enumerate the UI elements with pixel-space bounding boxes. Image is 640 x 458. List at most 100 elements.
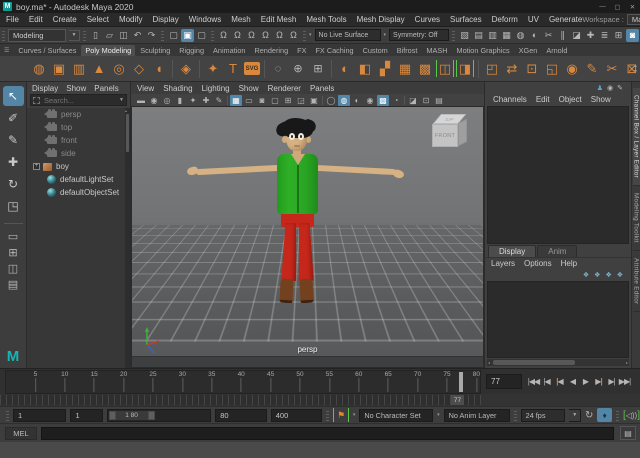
group-grip[interactable]	[303, 29, 306, 41]
group-grip[interactable]	[161, 29, 164, 41]
viewport-toggle-icon[interactable]: ▮	[174, 95, 186, 106]
shelf-tab[interactable]: Sculpting	[136, 45, 174, 56]
viewport-toggle-icon[interactable]	[226, 95, 229, 106]
viewport-toggle-icon[interactable]: ◔	[390, 95, 402, 106]
live-surface-field[interactable]: No Live Surface	[315, 29, 381, 41]
viewport-toggle-icon[interactable]: ✎	[213, 95, 225, 106]
viewport-menu-item[interactable]: Show	[239, 84, 259, 93]
viewport-toggle-icon[interactable]	[321, 95, 324, 106]
outliner-item[interactable]: defaultObjectSet	[27, 186, 130, 199]
range-end-handle[interactable]	[148, 411, 155, 420]
viewport-menu-item[interactable]: View	[137, 84, 154, 93]
shelf-tool-icon[interactable]: ▩	[416, 60, 434, 78]
live-surface-arrow-icon[interactable]: ▾	[309, 32, 312, 38]
viewport-toggle-icon[interactable]: ⊡	[420, 95, 432, 106]
group-grip[interactable]	[2, 29, 5, 41]
viewport-toggle-icon[interactable]: ✚	[200, 95, 212, 106]
sidebar-toggle-icon[interactable]: ▤	[472, 29, 485, 42]
shelf-tool-icon[interactable]	[199, 60, 200, 78]
outliner-menu-item[interactable]: Display	[32, 84, 58, 93]
outliner-menu-item[interactable]: Show	[66, 84, 86, 93]
window-control-button[interactable]: ✕	[625, 0, 640, 13]
sidebar-vertical-tab[interactable]: Modeling Toolkit	[633, 186, 640, 251]
shelf-tab[interactable]: Arnold	[542, 45, 571, 56]
anim-layer-selector[interactable]: No Anim Layer	[444, 409, 510, 422]
sidebar-toggle-icon[interactable]: ≣	[598, 29, 611, 42]
outliner-scrollbar[interactable]	[125, 108, 130, 368]
layout-shortcut[interactable]: ⊞	[4, 245, 23, 259]
command-language-label[interactable]: MEL	[5, 427, 37, 440]
sidebar-toggle-icon[interactable]: ✂	[542, 29, 555, 42]
status-file-icon[interactable]: ◫	[117, 29, 130, 42]
sidebar-toggle-icon[interactable]: ▦	[500, 29, 513, 42]
menu-item[interactable]: UV	[528, 15, 539, 24]
shelf-tab[interactable]: Animation	[209, 45, 249, 56]
group-grip[interactable]	[452, 29, 455, 41]
menu-item[interactable]: Generate	[549, 15, 582, 24]
view-cube-side-face[interactable]	[458, 119, 467, 147]
script-editor-icon[interactable]: ▤	[620, 426, 636, 440]
shelf-tool-icon[interactable]: ◫	[436, 60, 454, 77]
set-key-icon[interactable]: ⚑	[333, 408, 349, 422]
toolbox-tool[interactable]: ✎	[3, 130, 24, 150]
menu-item[interactable]: Mesh	[231, 15, 251, 24]
filter-icon[interactable]	[33, 97, 40, 104]
shelf-tool-icon[interactable]: ◱	[543, 60, 561, 78]
playback-end-field[interactable]: 80	[215, 409, 267, 422]
playback-start-field[interactable]: 1	[70, 409, 102, 422]
shelf-tab[interactable]: Curves / Surfaces	[14, 45, 80, 56]
menu-set-dropdown-arrow-icon[interactable]	[69, 30, 80, 41]
sidebar-vertical-tab[interactable]: Channel Box / Layer Editor	[633, 88, 640, 186]
shelf-tool-icon[interactable]: ▣	[50, 60, 68, 78]
status-file-icon[interactable]: ↷	[145, 29, 158, 42]
sidebar-toggle-icon[interactable]: ✚	[584, 29, 597, 42]
layer-menu-item[interactable]: Layers	[491, 259, 515, 268]
mute-sound-toggle[interactable]: [◁))]	[623, 410, 640, 421]
range-bar-track[interactable]: 77	[0, 395, 481, 405]
layer-list-area[interactable]	[487, 281, 629, 358]
viewport-toggle-icon[interactable]: ◲	[295, 95, 307, 106]
toolbox-tool[interactable]: ✐	[3, 108, 24, 128]
playback-button[interactable]: |◀	[553, 374, 566, 389]
expand-toggle-icon[interactable]	[33, 163, 40, 170]
shelf-tool-icon[interactable]: ◰	[483, 60, 501, 78]
viewport-toggle-icon[interactable]	[403, 95, 406, 106]
outliner-item[interactable]: front	[27, 134, 130, 147]
outliner-menu-item[interactable]: Panels	[94, 84, 118, 93]
menu-item[interactable]: Edit Mesh	[261, 15, 297, 24]
playback-button[interactable]: ▶▶|	[618, 374, 631, 389]
menu-item[interactable]: Mesh Display	[357, 15, 405, 24]
shelf-tool-icon[interactable]	[264, 60, 265, 78]
shelf-tab[interactable]: FX	[293, 45, 310, 56]
menu-item[interactable]: Surfaces	[450, 15, 482, 24]
time-slider-track[interactable]: 5101520253035404550556065707580	[5, 370, 481, 394]
shelf-tab[interactable]: Bifrost	[393, 45, 422, 56]
menu-item[interactable]: Create	[53, 15, 77, 24]
snap-icon[interactable]: Ω	[287, 29, 300, 42]
snap-icon[interactable]: Ω	[259, 29, 272, 42]
group-grip[interactable]	[6, 409, 9, 421]
sidebar-toggle-icon[interactable]: ◐	[528, 29, 541, 42]
playback-loop-icon[interactable]: ↻	[585, 410, 593, 421]
snap-icon[interactable]: Ω	[245, 29, 258, 42]
shelf-tool-icon[interactable]: ▦	[396, 60, 414, 78]
toolbox-tool[interactable]: ✚	[3, 152, 24, 172]
snap-icon[interactable]: Ω	[273, 29, 286, 42]
playback-button[interactable]: ◀	[566, 374, 579, 389]
toolbox-tool[interactable]: ◳	[3, 196, 24, 216]
shelf-tab[interactable]: Rendering	[250, 45, 292, 56]
viewport-toggle-icon[interactable]: ✦	[187, 95, 199, 106]
viewport-toggle-icon[interactable]: ▩	[377, 95, 389, 106]
sidebar-toggle-icon[interactable]: ◍	[514, 29, 527, 42]
sidebar-toggle-icon[interactable]: ▥	[486, 29, 499, 42]
selection-mask-icon[interactable]: ▣	[181, 29, 194, 42]
channel-box-menu-item[interactable]: Object	[559, 95, 582, 104]
sidebar-toggle-icon[interactable]: ◪	[570, 29, 583, 42]
shelf-tab[interactable]: Motion Graphics	[453, 45, 514, 56]
viewport-toggle-icon[interactable]: ▦	[230, 95, 242, 106]
channel-box-menu-item[interactable]: Channels	[493, 95, 527, 104]
viewport-toggle-icon[interactable]: ▢	[269, 95, 281, 106]
viewport-toggle-icon[interactable]: ◯	[325, 95, 337, 106]
viewport-toggle-icon[interactable]: ◪	[407, 95, 419, 106]
range-slider-widget[interactable]: 1 80	[107, 409, 212, 422]
